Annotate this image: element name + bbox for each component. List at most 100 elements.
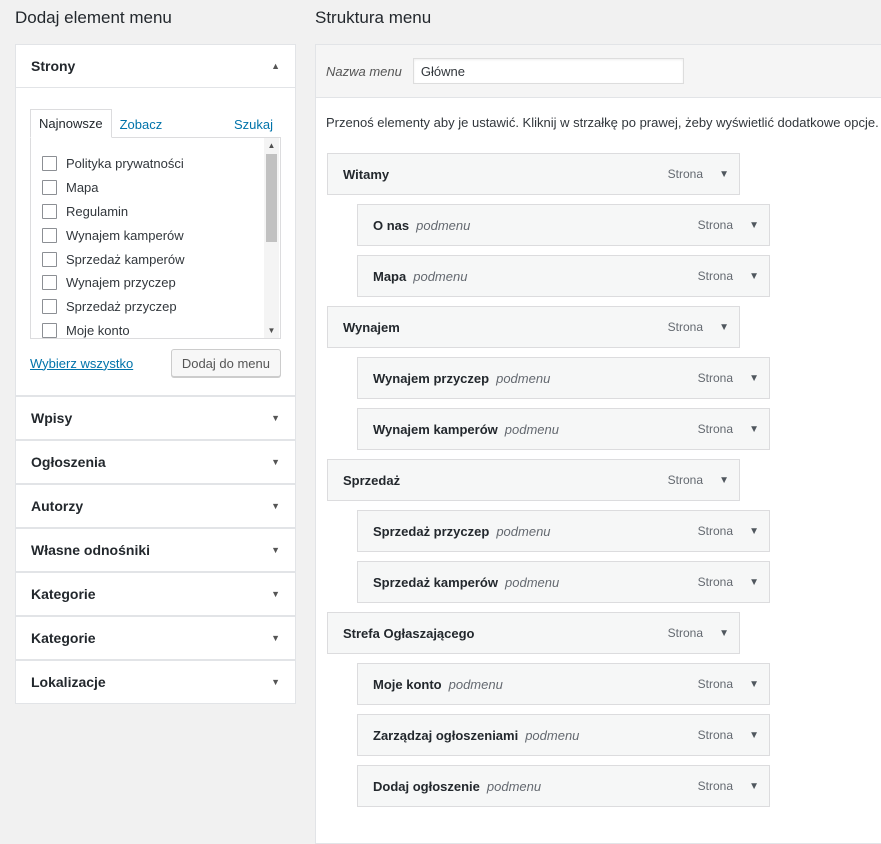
arrow-down-icon[interactable]: ▼: [719, 628, 729, 639]
submenu-item[interactable]: Dodaj ogłoszenie podmenu Strona ▼: [357, 765, 770, 807]
menu-instructions: Przenoś elementy aby je ustawić. Kliknij…: [326, 115, 879, 130]
accordion-title: Lokalizacje: [31, 674, 106, 690]
menu-item-title: O nas: [373, 217, 410, 233]
page-checkbox[interactable]: [42, 299, 57, 315]
page-list-item[interactable]: Wynajem kamperów: [42, 223, 280, 247]
accordion-header[interactable]: Autorzy ▼: [16, 485, 295, 527]
arrow-down-icon[interactable]: ▼: [719, 475, 729, 486]
arrow-down-icon[interactable]: ▼: [749, 271, 759, 282]
accordion-header-strony[interactable]: Strony ▲: [16, 45, 295, 87]
menu-item-type: Strona: [697, 269, 733, 283]
scroll-up-icon[interactable]: ▲: [264, 141, 279, 150]
accordion-header[interactable]: Własne odnośniki ▼: [16, 529, 295, 571]
page-checkbox[interactable]: [42, 180, 57, 196]
submenu-item[interactable]: Wynajem przyczep podmenu Strona ▼: [357, 357, 770, 399]
scrollbar-thumb[interactable]: [266, 154, 277, 242]
menu-item-accordion: Strony ▲ Najnowsze Zobacz wszystkie Szuk…: [15, 44, 296, 704]
add-menu-item-title: Dodaj element menu: [15, 8, 172, 27]
page-checkbox[interactable]: [42, 322, 57, 338]
accordion-section: Autorzy ▼: [16, 484, 295, 528]
page-label: Regulamin: [66, 203, 129, 219]
menu-name-label: Nazwa menu: [326, 63, 402, 79]
arrow-down-icon[interactable]: ▼: [749, 730, 759, 741]
submenu-item[interactable]: Sprzedaż przyczep podmenu Strona ▼: [357, 510, 770, 552]
accordion-header[interactable]: Kategorie ▼: [16, 573, 295, 615]
arrow-down-icon[interactable]: ▼: [719, 322, 729, 333]
page-checkbox[interactable]: [42, 251, 57, 267]
page-list-item[interactable]: Regulamin: [42, 200, 280, 224]
menu-item-type: Strona: [697, 371, 733, 385]
submenu-item[interactable]: Wynajem kamperów podmenu Strona ▼: [357, 408, 770, 450]
scroll-down-icon[interactable]: ▼: [264, 326, 279, 335]
menu-item[interactable]: Wynajem Strona ▼: [327, 306, 740, 348]
page-list-item[interactable]: Mapa: [42, 176, 280, 200]
submenu-label: podmenu: [413, 268, 468, 284]
arrow-down-icon[interactable]: ▼: [271, 545, 280, 555]
arrow-down-icon[interactable]: ▼: [271, 413, 280, 423]
page-checkbox[interactable]: [42, 227, 57, 243]
arrow-down-icon[interactable]: ▼: [749, 424, 759, 435]
menu-item-title: Wynajem: [343, 319, 400, 335]
menu-item[interactable]: Sprzedaż Strona ▼: [327, 459, 740, 501]
menu-item-title: Strefa Ogłaszającego: [343, 625, 475, 641]
arrow-down-icon[interactable]: ▼: [271, 677, 280, 687]
menu-item-type: Strona: [697, 218, 733, 232]
page-list-item[interactable]: Sprzedaż kamperów: [42, 247, 280, 271]
arrow-down-icon[interactable]: ▼: [271, 457, 280, 467]
tab-search[interactable]: Szukaj: [226, 111, 281, 138]
add-to-menu-button[interactable]: Dodaj do menu: [170, 349, 281, 377]
arrow-down-icon[interactable]: ▼: [749, 781, 759, 792]
menu-structure-title: Struktura menu: [315, 8, 432, 27]
accordion-title: Kategorie: [31, 630, 96, 646]
accordion-section: Lokalizacje ▼: [16, 660, 295, 703]
page-list-item[interactable]: Moje konto: [42, 319, 280, 338]
arrow-down-icon[interactable]: ▼: [271, 633, 280, 643]
accordion-header[interactable]: Kategorie ▼: [16, 617, 295, 659]
page-checkbox[interactable]: [42, 203, 57, 219]
submenu-item[interactable]: O nas podmenu Strona ▼: [357, 204, 770, 246]
menu-item-type: Strona: [697, 728, 733, 742]
select-all-link[interactable]: Wybierz wszystko: [30, 356, 133, 371]
menu-item-type: Strona: [697, 524, 733, 538]
arrow-down-icon[interactable]: ▼: [271, 501, 280, 511]
pages-checklist: Polityka prywatności Mapa Regulamin Wynajem…: [31, 138, 280, 338]
arrow-down-icon[interactable]: ▼: [749, 526, 759, 537]
menu-name-input[interactable]: [412, 58, 684, 84]
accordion-header[interactable]: Wpisy ▼: [16, 397, 295, 439]
arrow-down-icon[interactable]: ▼: [749, 577, 759, 588]
submenu-label: podmenu: [486, 778, 542, 794]
menu-item-type: Strona: [697, 422, 733, 436]
accordion-header[interactable]: Lokalizacje ▼: [16, 661, 295, 703]
menu-item-title: Zarządzaj ogłoszeniami: [373, 727, 519, 743]
page-checkbox[interactable]: [42, 156, 57, 172]
arrow-down-icon[interactable]: ▼: [749, 220, 759, 231]
submenu-label: podmenu: [504, 421, 559, 437]
submenu-item[interactable]: Sprzedaż kamperów podmenu Strona ▼: [357, 561, 770, 603]
submenu-label: podmenu: [496, 370, 551, 386]
accordion-title: Kategorie: [31, 586, 96, 602]
arrow-down-icon[interactable]: ▼: [719, 169, 729, 180]
accordion-title: Własne odnośniki: [31, 542, 151, 558]
submenu-label: podmenu: [525, 727, 580, 743]
menu-item[interactable]: Witamy Strona ▼: [327, 153, 740, 195]
arrow-down-icon[interactable]: ▼: [749, 679, 759, 690]
arrow-down-icon[interactable]: ▼: [271, 589, 280, 599]
page-list-item[interactable]: Wynajem przyczep: [42, 271, 280, 295]
page-list-item[interactable]: Sprzedaż przyczep: [42, 295, 280, 319]
tab-view-all[interactable]: Zobacz wszystkie: [112, 111, 220, 159]
page-list-item[interactable]: Polityka prywatności: [42, 152, 280, 176]
submenu-item[interactable]: Mapa podmenu Strona ▼: [357, 255, 770, 297]
scrollbar[interactable]: ▲ ▼: [264, 138, 279, 338]
page-checkbox[interactable]: [42, 275, 57, 291]
arrow-up-icon[interactable]: ▲: [271, 61, 280, 71]
menu-item-type: Strona: [667, 473, 703, 487]
submenu-item[interactable]: Moje konto podmenu Strona ▼: [357, 663, 770, 705]
menu-item-type: Strona: [667, 626, 703, 640]
menu-item[interactable]: Strefa Ogłaszającego Strona ▼: [327, 612, 740, 654]
arrow-down-icon[interactable]: ▼: [749, 373, 759, 384]
page-label: Sprzedaż przyczep: [66, 299, 177, 315]
menu-item-title: Sprzedaż przyczep: [373, 523, 490, 539]
submenu-item[interactable]: Zarządzaj ogłoszeniami podmenu Strona ▼: [357, 714, 770, 756]
tab-latest[interactable]: Najnowsze: [30, 109, 112, 138]
accordion-header[interactable]: Ogłoszenia ▼: [16, 441, 295, 483]
